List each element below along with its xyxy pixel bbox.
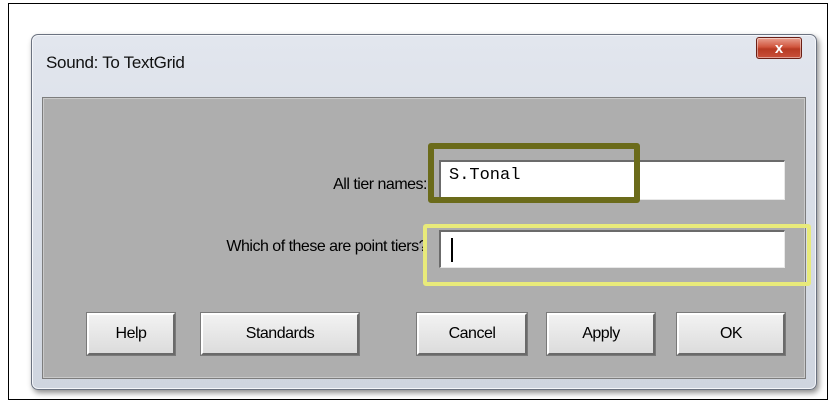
screenshot-frame: Sound: To TextGrid x All tier names: S.T… xyxy=(8,3,828,400)
point-tiers-label: Which of these are point tiers? xyxy=(226,238,427,255)
window-title: Sound: To TextGrid xyxy=(46,53,185,72)
cancel-button[interactable]: Cancel xyxy=(416,312,528,356)
apply-button[interactable]: Apply xyxy=(546,312,656,356)
text-caret xyxy=(451,238,453,262)
point-tiers-field[interactable] xyxy=(439,230,785,268)
dialog-body: All tier names: S.Tonal Which of these a… xyxy=(42,97,811,379)
standards-button[interactable]: Standards xyxy=(200,312,360,356)
title-bar[interactable]: Sound: To TextGrid x xyxy=(32,35,816,93)
close-button[interactable]: x xyxy=(756,37,802,59)
ok-button[interactable]: OK xyxy=(676,312,786,356)
dialog-window: Sound: To TextGrid x All tier names: S.T… xyxy=(31,34,817,390)
all-tier-names-field[interactable]: S.Tonal xyxy=(439,160,785,200)
all-tier-names-label: All tier names: xyxy=(333,176,427,193)
all-tier-names-value: S.Tonal xyxy=(449,166,521,185)
help-button[interactable]: Help xyxy=(86,312,176,356)
close-icon: x xyxy=(774,39,784,57)
